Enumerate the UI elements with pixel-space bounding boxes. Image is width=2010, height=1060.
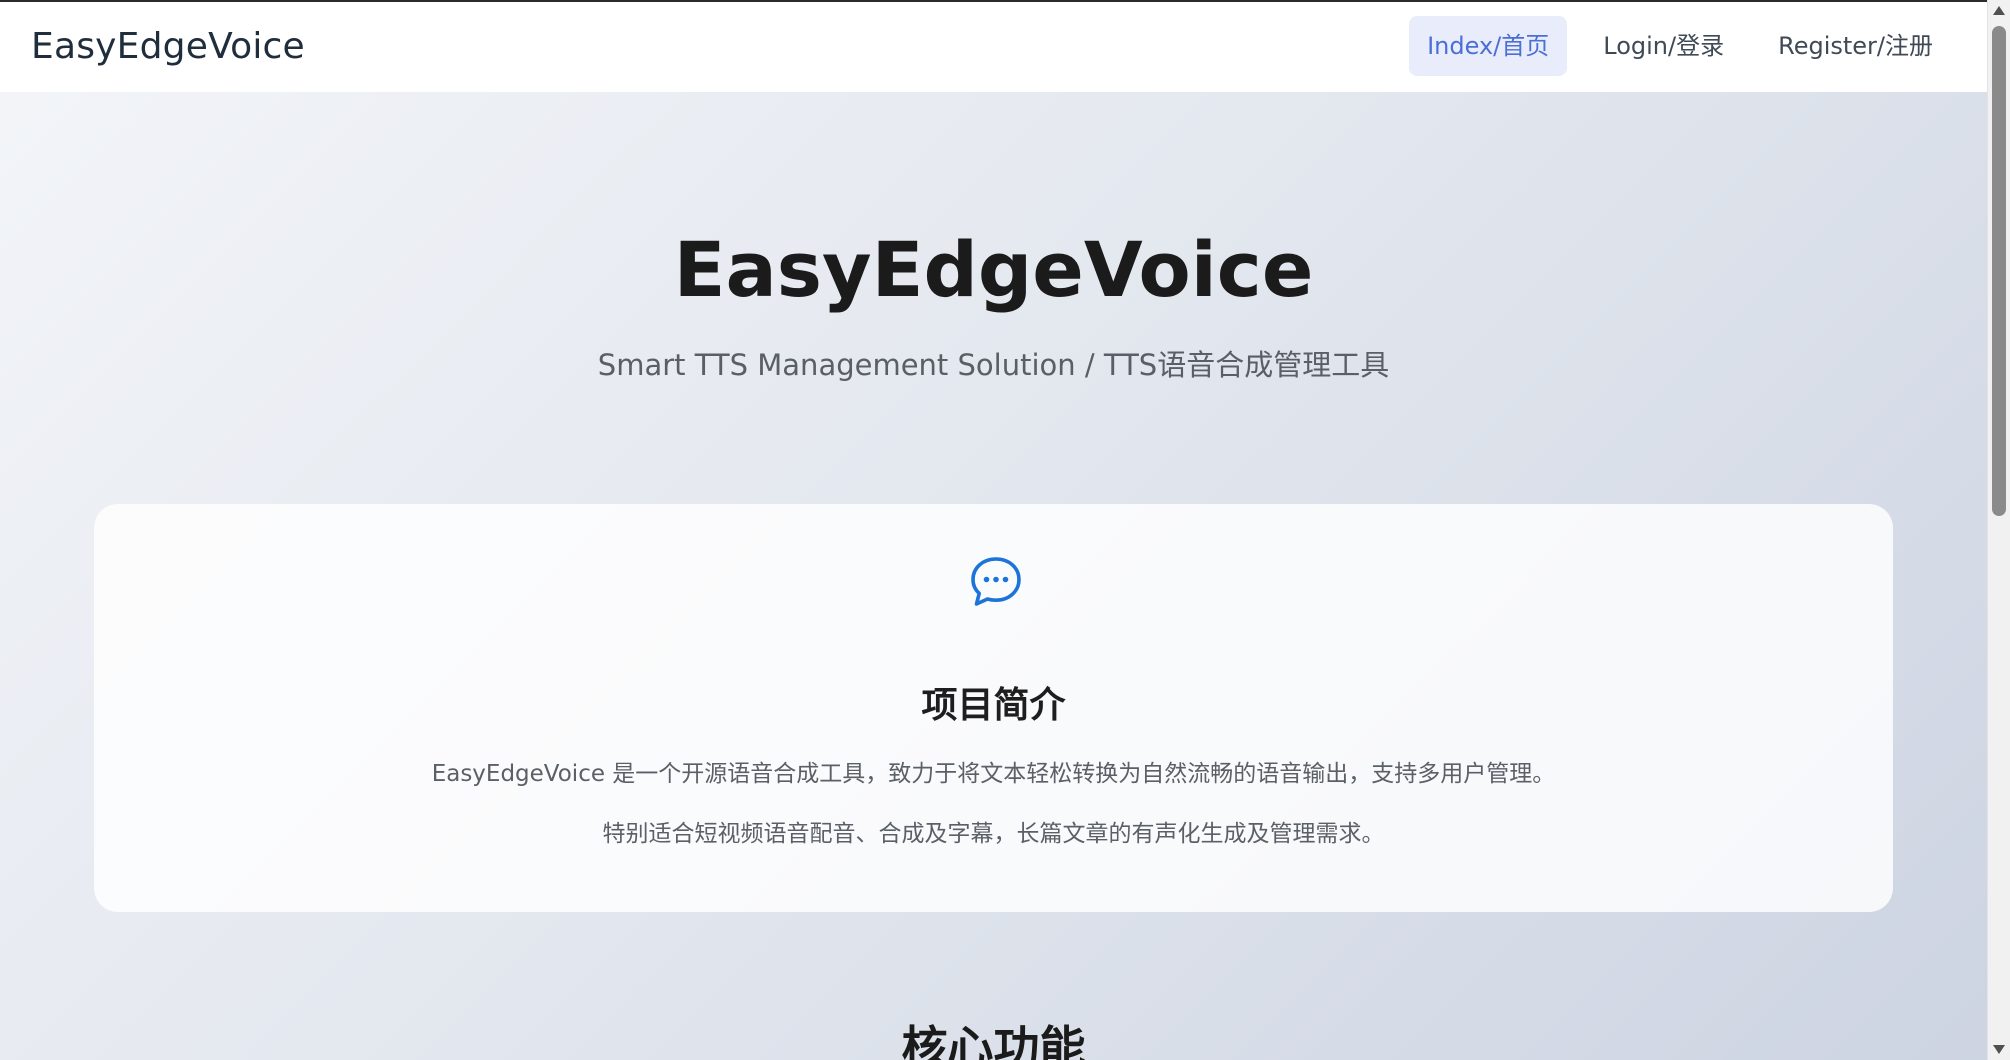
intro-card-title: 项目简介 xyxy=(921,685,1066,726)
scroll-up-arrow-icon[interactable] xyxy=(1993,6,2005,15)
vertical-scrollbar[interactable] xyxy=(1987,0,2010,1060)
nav-item-index[interactable]: Index/首页 xyxy=(1409,16,1568,76)
features-heading: 核心功能 xyxy=(901,1021,1086,1060)
nav-item-register[interactable]: Register/注册 xyxy=(1760,16,1951,76)
hero-title: EasyEdgeVoice xyxy=(673,225,1314,314)
intro-card: 项目简介 EasyEdgeVoice 是一个开源语音合成工具，致力于将文本轻松转… xyxy=(94,504,1893,912)
nav-menu: Index/首页 Login/登录 Register/注册 xyxy=(1409,16,1951,76)
hero-subtitle: Smart TTS Management Solution / TTS语音合成管… xyxy=(597,348,1390,382)
intro-card-text-1: EasyEdgeVoice 是一个开源语音合成工具，致力于将文本轻松转换为自然流… xyxy=(431,761,1556,787)
intro-card-text-2: 特别适合短视频语音配音、合成及字幕，长篇文章的有声化生成及管理需求。 xyxy=(602,821,1385,847)
brand-logo-text[interactable]: EasyEdgeVoice xyxy=(31,26,305,67)
nav-item-login[interactable]: Login/登录 xyxy=(1585,16,1742,76)
scroll-down-arrow-icon[interactable] xyxy=(1993,1045,2005,1054)
browser-viewport: EasyEdgeVoice Index/首页 Login/登录 Register… xyxy=(0,0,2010,1060)
scrollbar-thumb[interactable] xyxy=(1992,26,2006,516)
top-navbar: EasyEdgeVoice Index/首页 Login/登录 Register… xyxy=(0,0,1987,92)
page: EasyEdgeVoice Index/首页 Login/登录 Register… xyxy=(0,0,1987,1060)
chat-bubble-icon xyxy=(971,557,1021,606)
